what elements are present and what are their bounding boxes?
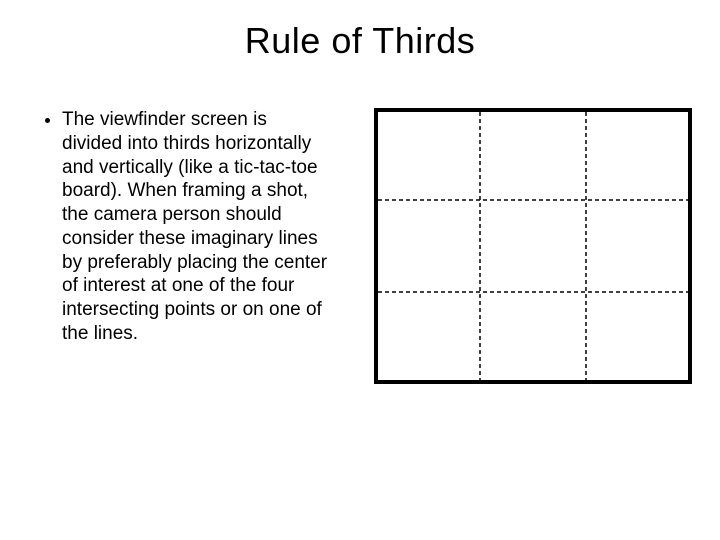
body-text-area: The viewfinder screen is divided into th… xyxy=(40,108,330,346)
bullet-item: The viewfinder screen is divided into th… xyxy=(62,108,330,346)
slide-title: Rule of Thirds xyxy=(0,20,720,62)
bullet-list: The viewfinder screen is divided into th… xyxy=(40,108,330,346)
rule-of-thirds-figure xyxy=(374,108,692,384)
slide: Rule of Thirds The viewfinder screen is … xyxy=(0,0,720,540)
thirds-grid-icon xyxy=(374,108,692,384)
